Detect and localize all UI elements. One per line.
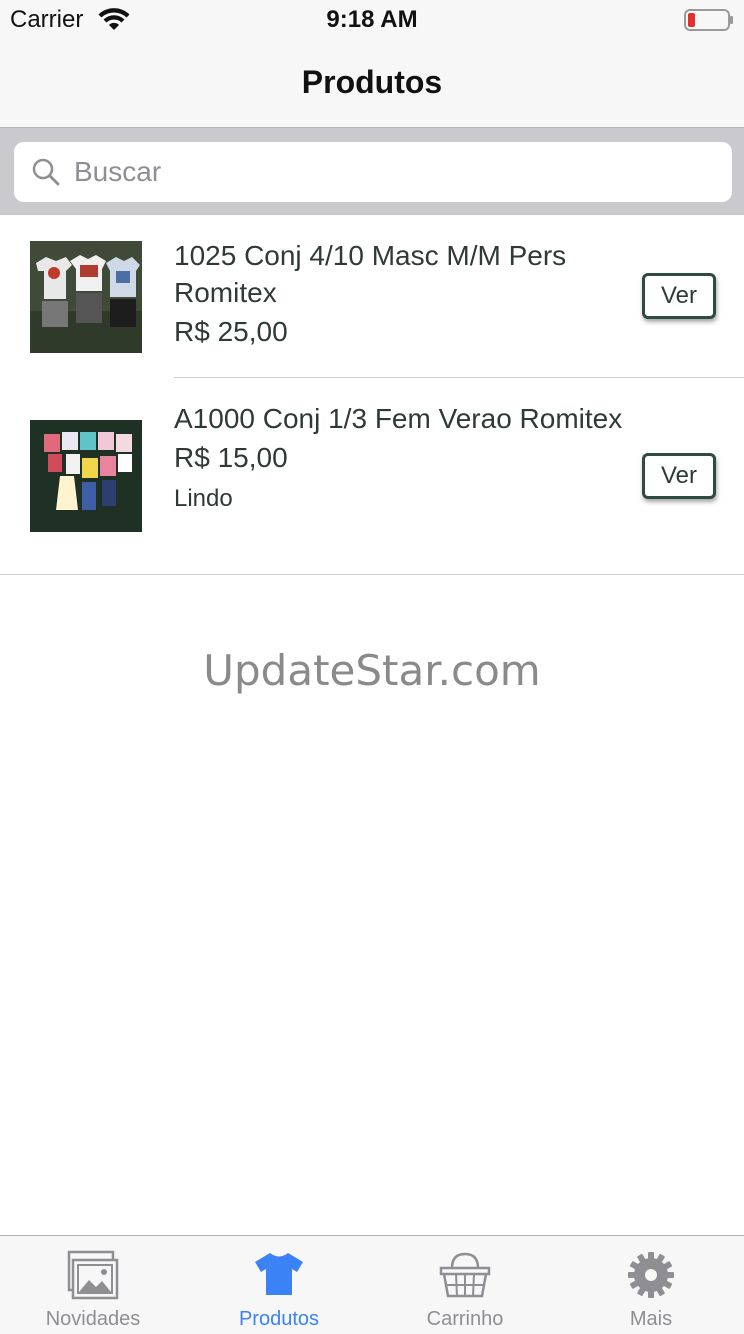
search-input[interactable] [74, 142, 714, 202]
search-bar [0, 128, 744, 215]
view-product-button[interactable]: Ver [642, 273, 716, 319]
product-name: 1025 Conj 4/10 Masc M/M Pers Romitex [174, 240, 567, 308]
tab-mais[interactable]: Mais [558, 1236, 744, 1334]
gear-icon [628, 1252, 674, 1298]
tab-label: Produtos [238, 1308, 320, 1330]
product-note: Lindo [174, 485, 233, 512]
page-title: Produtos [301, 64, 443, 100]
product-name: A1000 Conj 1/3 Fem Verao Romitex [174, 403, 623, 434]
product-price: R$ 15,00 [174, 442, 288, 473]
product-info: A1000 Conj 1/3 Fem Verao Romitex R$ 15,0… [174, 400, 624, 519]
tshirt-icon [255, 1253, 303, 1295]
tab-label: Carrinho [426, 1308, 504, 1330]
search-box[interactable] [14, 142, 732, 202]
app-screen: Carrier 9:18 AM Produtos Buscar 1025 Con… [0, 0, 744, 1334]
tab-produtos[interactable]: Produtos [186, 1236, 372, 1334]
view-product-button[interactable]: Ver [642, 453, 716, 499]
product-row[interactable]: A1000 Conj 1/3 Fem Verao Romitex R$ 15,0… [0, 378, 744, 575]
status-time: 9:18 AM [326, 6, 418, 33]
tab-label: Novidades [45, 1308, 141, 1330]
search-icon [32, 158, 60, 186]
watermark: UpdateStar.com [203, 646, 541, 695]
tab-novidades[interactable]: Novidades [0, 1236, 186, 1334]
product-row[interactable]: 1025 Conj 4/10 Masc M/M Pers Romitex R$ … [0, 215, 744, 378]
tab-bar: Novidades Produtos Carrinho Mais [0, 1235, 744, 1334]
tab-carrinho[interactable]: Carrinho [372, 1236, 558, 1334]
status-bar: Carrier 9:18 AM [0, 0, 744, 40]
tab-label: Mais [629, 1308, 673, 1330]
battery-icon [684, 9, 733, 31]
product-price: R$ 25,00 [174, 316, 288, 347]
product-thumbnail [30, 241, 142, 353]
product-thumbnail [30, 420, 142, 532]
basket-icon [439, 1252, 491, 1298]
photos-icon [67, 1250, 119, 1300]
navigation-bar: Produtos [0, 40, 744, 128]
product-info: 1025 Conj 4/10 Masc M/M Pers Romitex R$ … [174, 237, 624, 353]
